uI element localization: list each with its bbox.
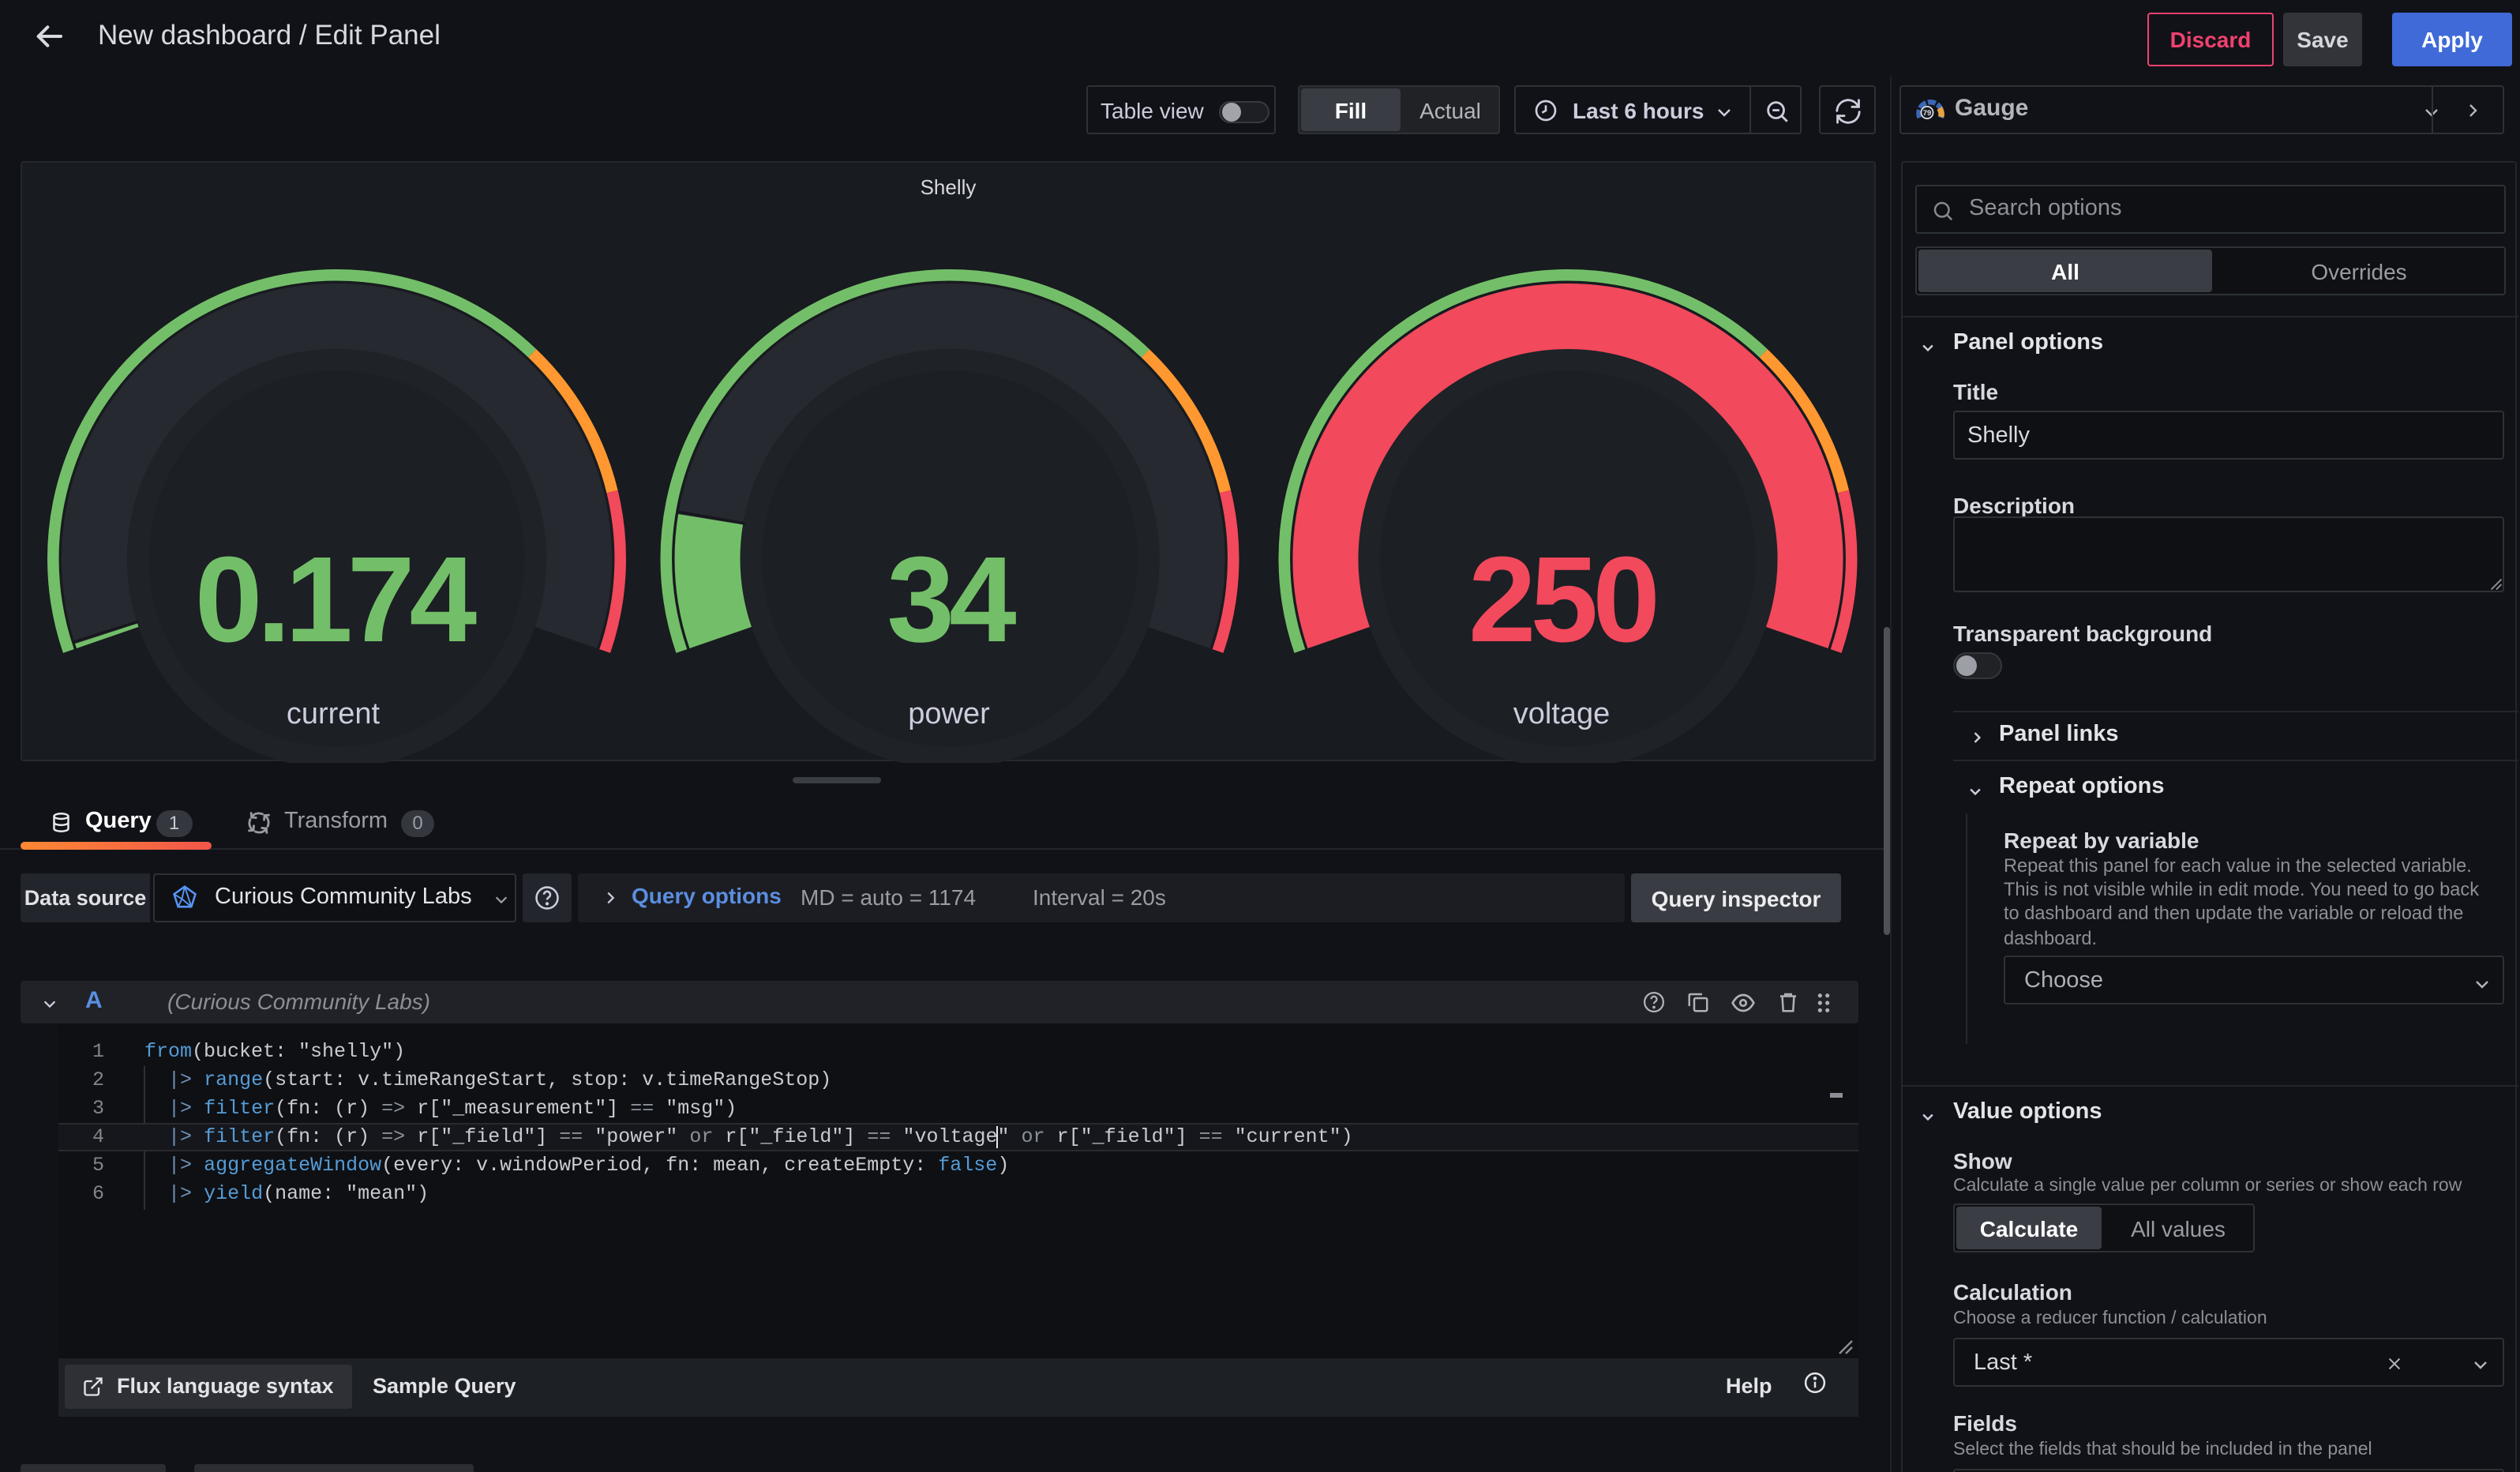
svg-text:79: 79 bbox=[1923, 109, 1932, 118]
